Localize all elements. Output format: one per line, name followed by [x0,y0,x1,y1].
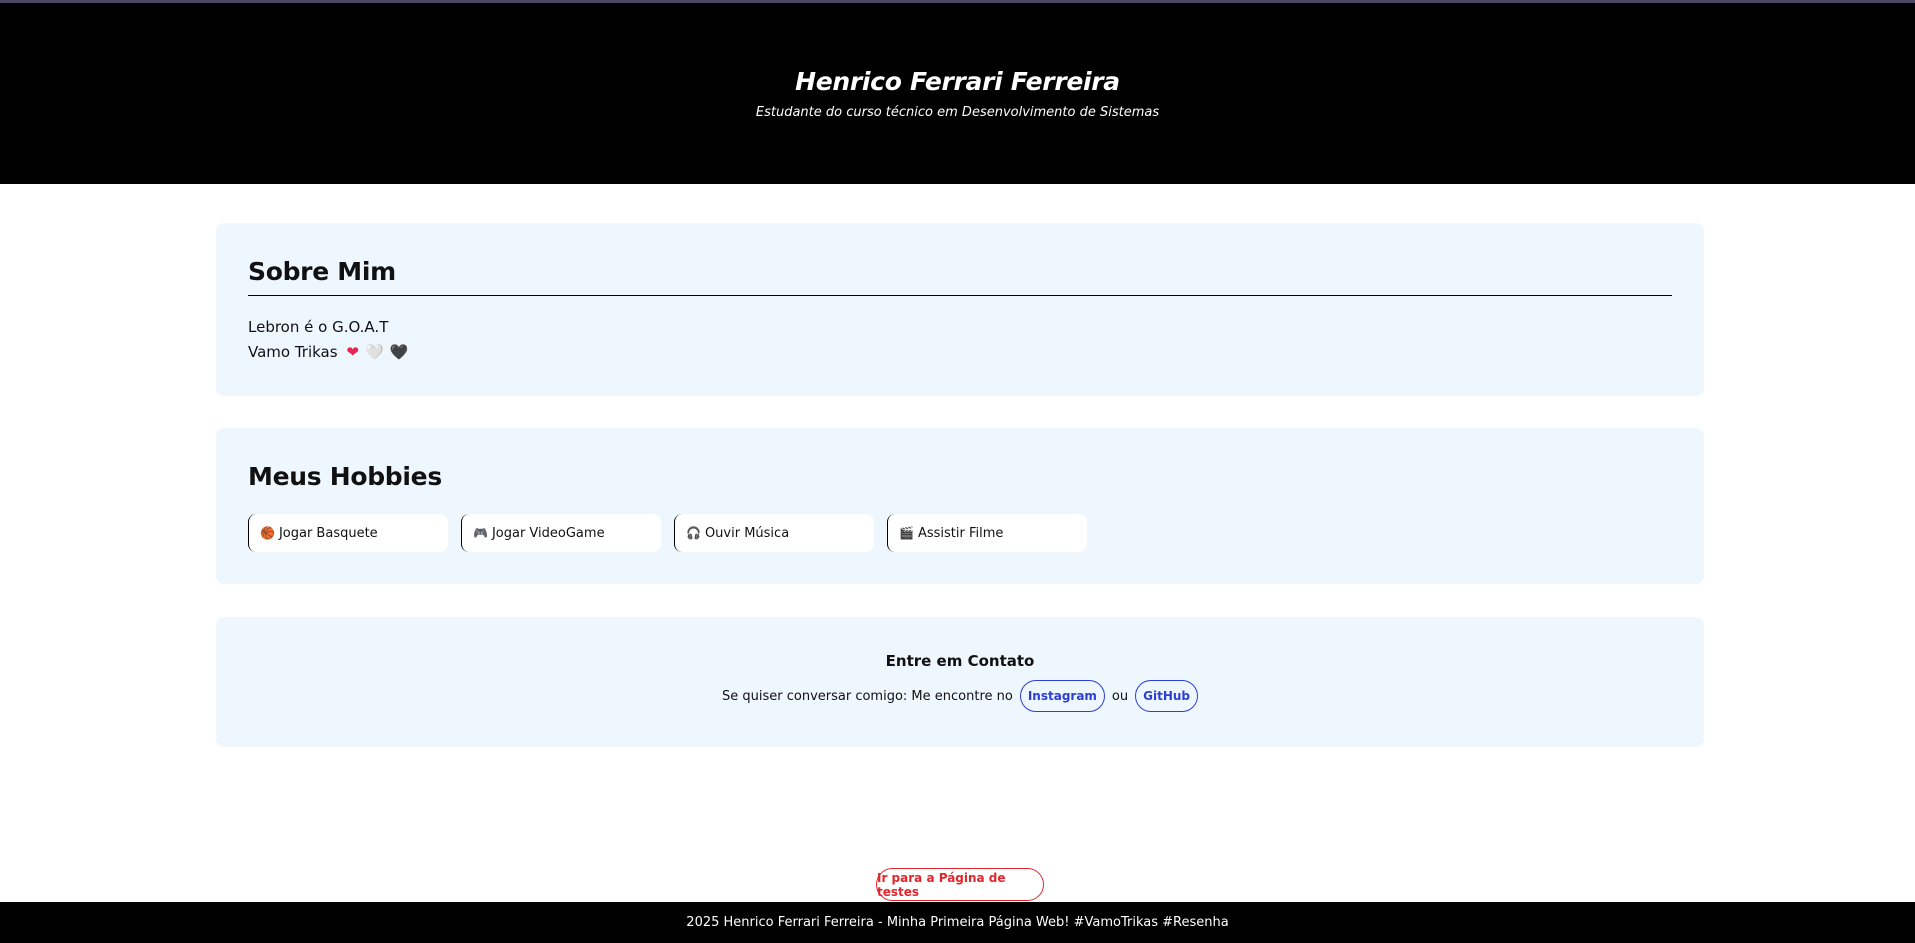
hobby-list: 🏀 Jogar Basquete 🎮 Jogar VideoGame 🎧 Ouv… [248,514,1087,552]
instagram-link[interactable]: Instagram [1019,680,1105,712]
gamepad-icon: 🎮 [473,526,488,540]
hobby-item-musica: 🎧 Ouvir Música [674,514,874,552]
contact-separator: ou [1111,688,1129,704]
hearts-group: ❤ 🤍 🖤 [346,345,408,360]
about-line-goat: Lebron é o G.O.A.T [248,318,389,336]
headphones-icon: 🎧 [686,526,701,540]
black-heart-icon: 🖤 [389,343,409,361]
hobby-item-filme: 🎬 Assistir Filme [887,514,1087,552]
white-heart-icon: 🤍 [364,343,384,361]
hobby-label: Assistir Filme [917,525,1004,541]
contact-text: Se quiser conversar comigo: Me encontre … [722,688,1013,704]
contact-row: Se quiser conversar comigo: Me encontre … [216,680,1704,712]
page-title: Henrico Ferrari Ferreira [795,67,1120,96]
about-divider [248,295,1672,296]
basketball-icon: 🏀 [260,526,275,540]
github-link[interactable]: GitHub [1135,680,1198,712]
contact-section: Entre em Contato Se quiser conversar com… [216,617,1704,747]
page-subtitle: Estudante do curso técnico em Desenvolvi… [755,105,1160,120]
red-heart-icon: ❤ [346,343,359,361]
footer-text: 2025 Henrico Ferrari Ferreira - Minha Pr… [686,915,1229,930]
clapperboard-icon: 🎬 [899,526,914,540]
contact-heading: Entre em Contato [885,652,1035,670]
hobby-label: Ouvir Música [704,525,790,541]
about-text: Lebron é o G.O.A.T Vamo Trikas ❤ 🤍 🖤 [248,315,408,365]
hobby-label: Jogar VideoGame [491,525,605,541]
hobby-label: Jogar Basquete [278,525,378,541]
hobbies-heading: Meus Hobbies [248,462,442,491]
hobby-item-basquete: 🏀 Jogar Basquete [248,514,448,552]
site-footer: 2025 Henrico Ferrari Ferreira - Minha Pr… [0,902,1915,943]
about-line-trikas: Vamo Trikas ❤ 🤍 🖤 [248,340,408,365]
hobbies-section: Meus Hobbies 🏀 Jogar Basquete 🎮 Jogar Vi… [216,428,1704,584]
about-section: Sobre Mim Lebron é o G.O.A.T Vamo Trikas… [216,223,1704,396]
hobby-item-videogame: 🎮 Jogar VideoGame [461,514,661,552]
about-line-trikas-text: Vamo Trikas [248,343,338,361]
site-header: Henrico Ferrari Ferreira Estudante do cu… [0,3,1915,184]
about-heading: Sobre Mim [248,257,396,286]
test-page-button[interactable]: Ir para a Página de testes [876,868,1044,901]
